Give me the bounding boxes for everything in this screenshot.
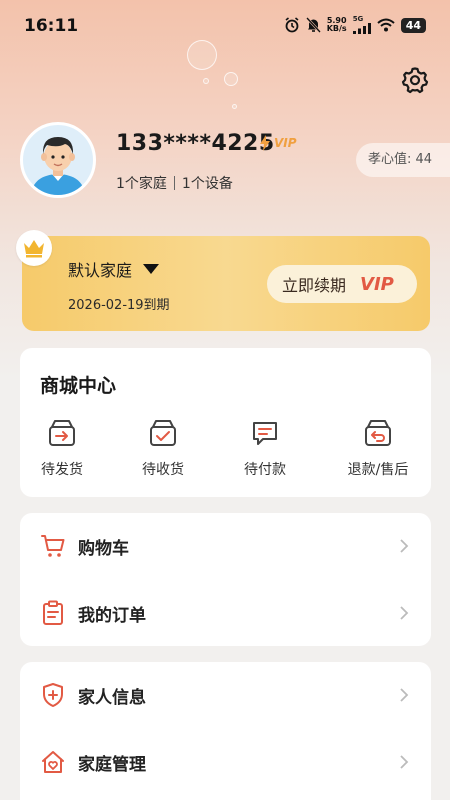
crown-icon [16,230,52,266]
vip-badge: VIP [258,135,297,151]
network-speed: 5.90 KB/s [327,17,347,33]
box-return-icon [365,420,391,446]
status-time: 16:11 [24,16,79,36]
mall-item-label: 退款/售后 [347,462,409,478]
mall-item-pending-receipt[interactable]: 待收货 [113,418,213,479]
menu-row-family-management[interactable]: 家庭管理 [20,729,431,795]
renew-label: 立即续期 [282,276,347,295]
meta-divider [173,176,175,190]
network-type: 5G [352,15,364,23]
menu-row-label: 购物车 [78,538,129,559]
alarm-icon [285,17,299,33]
menu-row-cart[interactable]: 购物车 [20,513,431,579]
mall-item-refund[interactable]: 退款/售后 [328,418,428,479]
mall-item-label: 待收货 [142,462,184,478]
renew-vip-label: VIP [360,273,394,295]
menu-row-label: 家庭管理 [78,754,146,775]
decor-bubble [203,78,209,84]
menu-row-orders[interactable]: 我的订单 [20,580,431,646]
box-check-icon [150,420,176,446]
mall-item-pending-shipment[interactable]: 待发货 [12,418,112,479]
home-heart-icon [42,751,64,773]
box-arrow-icon [49,420,75,446]
filial-value-badge[interactable]: 孝心值: 44 [356,143,450,177]
renew-button[interactable]: 立即续期 VIP [267,265,417,303]
mall-item-label: 待付款 [244,462,286,478]
clipboard-icon [43,600,63,625]
mall-center-card: 商城中心 待发货 待收货 待付款 退款/售后 [20,348,431,497]
signal-icon [352,23,371,34]
cart-icon [41,535,65,557]
menu-row-family-info[interactable]: 家人信息 [20,662,431,728]
decor-bubble [224,72,238,86]
caret-down-icon [143,264,160,274]
device-count[interactable]: 1个设备 [182,173,233,193]
family-name: 默认家庭 [68,261,133,280]
vip-expiry: 2026-02-19到期 [68,298,170,313]
avatar-illustration [31,137,85,195]
signal-group: 5G [352,15,371,34]
avatar[interactable] [20,122,96,198]
chevron-right-icon [400,606,409,620]
profile-meta: 1个家庭 1个设备 [116,173,233,193]
decor-bubble [232,104,237,109]
mall-item-pending-payment[interactable]: 待付款 [215,418,315,479]
menu-card-shopping: 购物车 我的订单 [20,513,431,646]
gear-icon[interactable] [400,65,430,95]
wifi-icon [377,18,395,32]
menu-card-family: 家人信息 家庭管理 [20,662,431,800]
shield-plus-icon [43,683,63,707]
mall-title: 商城中心 [40,375,117,397]
mall-item-label: 待发货 [41,462,83,478]
message-pay-icon [253,422,277,445]
battery-indicator: 44 [400,17,426,33]
status-icons: 5.90 KB/s 5G 44 [284,16,426,34]
vip-badge-label: VIP [274,136,297,150]
chevron-right-icon [400,755,409,769]
family-selector[interactable]: 默认家庭 [68,257,160,281]
network-speed-unit: KB/s [326,24,347,33]
family-count[interactable]: 1个家庭 [116,173,167,193]
chevron-right-icon [400,688,409,702]
menu-row-label: 家人信息 [78,687,146,708]
chevron-right-icon [400,539,409,553]
lightning-icon [260,135,270,151]
user-phone: 133****4225 [116,131,275,156]
menu-row-label: 我的订单 [78,605,146,626]
mute-bell-icon [305,17,321,33]
status-bar: 16:11 5.90 KB/s 5G 44 [0,0,450,52]
